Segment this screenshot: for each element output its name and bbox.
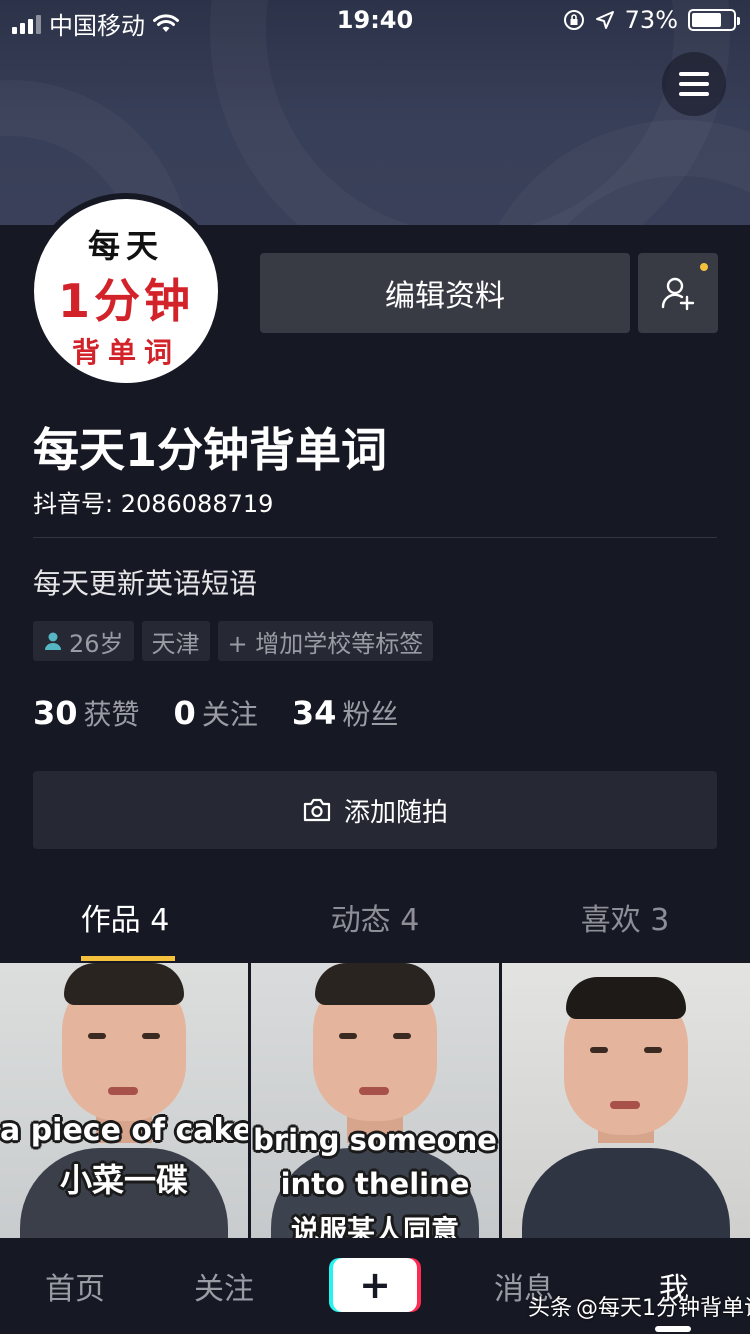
video-caption-en: bring someone xyxy=(253,1123,497,1157)
nickname: 每天1分钟背单词 xyxy=(33,423,388,477)
likes-count: 30 xyxy=(33,694,78,732)
add-moment-label: 添加随拍 xyxy=(343,797,448,828)
video-thumbnail-3[interactable] xyxy=(502,963,750,1238)
following-label: 关注 xyxy=(201,698,258,731)
camera-icon xyxy=(303,798,331,822)
nav-follow[interactable]: 关注 xyxy=(194,1264,254,1308)
bio: 每天更新英语短语 xyxy=(33,567,258,600)
video-grid: a piece of cake 小菜一碟 bring someone into … xyxy=(0,963,750,1238)
likes-stat[interactable]: 30 获赞 xyxy=(33,693,140,733)
followers-label: 粉丝 xyxy=(342,698,399,731)
battery-percent: 73% xyxy=(624,6,678,34)
edit-profile-button[interactable]: 编辑资料 xyxy=(260,253,630,333)
add-friend-icon xyxy=(661,277,695,311)
add-moment-button[interactable]: 添加随拍 xyxy=(33,771,717,849)
watermark: 头条 @每天1分钟背单词 xyxy=(528,1290,750,1322)
city-label: 天津 xyxy=(151,629,200,658)
video-caption-en-2: into theline xyxy=(280,1167,470,1201)
age-label: 26岁 xyxy=(69,629,124,658)
profile-tags: 26岁 天津 + 增加学校等标签 xyxy=(33,621,434,661)
active-tab-indicator xyxy=(81,956,175,961)
person-icon xyxy=(45,632,61,650)
add-friend-button[interactable] xyxy=(638,253,718,333)
active-nav-indicator xyxy=(655,1326,691,1332)
orientation-lock-icon xyxy=(563,10,584,30)
video-thumbnail-1[interactable]: a piece of cake 小菜一碟 xyxy=(0,963,248,1238)
following-stat[interactable]: 0 关注 xyxy=(174,693,258,733)
location-icon xyxy=(595,11,614,29)
avatar[interactable]: 每天 1分钟 背单词 xyxy=(30,195,222,387)
watermark-prefix: 头条 xyxy=(528,1296,573,1321)
profile-stats: 30 获赞 0 关注 34 粉丝 xyxy=(33,693,398,733)
followers-stat[interactable]: 34 粉丝 xyxy=(292,693,399,733)
avatar-text-line1: 每天 xyxy=(87,227,164,265)
create-video-button[interactable]: + xyxy=(333,1258,417,1312)
add-tag-label: + 增加学校等标签 xyxy=(227,629,424,658)
following-count: 0 xyxy=(173,694,196,732)
age-tag: 26岁 xyxy=(33,621,134,661)
tab-moments[interactable]: 动态 4 xyxy=(250,895,500,939)
divider xyxy=(33,537,717,538)
douyin-id: 抖音号: 2086088719 xyxy=(33,490,274,518)
tab-works[interactable]: 作品 4 xyxy=(0,895,250,939)
add-tag-button[interactable]: + 增加学校等标签 xyxy=(217,621,434,661)
video-caption-zh: 小菜一碟 xyxy=(59,1161,188,1199)
city-tag: 天津 xyxy=(141,621,210,661)
video-thumbnail-2[interactable]: bring someone into theline 说服某人同意 xyxy=(251,963,499,1238)
avatar-text-line2: 1分钟 xyxy=(57,274,194,328)
content-tabs: 作品 4 动态 4 喜欢 3 xyxy=(0,895,750,963)
followers-count: 34 xyxy=(291,694,337,732)
battery-icon xyxy=(688,9,740,31)
nav-home[interactable]: 首页 xyxy=(45,1264,105,1308)
video-caption-zh: 说服某人同意 xyxy=(290,1214,459,1238)
notification-dot xyxy=(700,263,708,271)
tab-likes[interactable]: 喜欢 3 xyxy=(500,895,750,939)
watermark-text: @每天1分钟背单词 xyxy=(576,1296,750,1321)
hamburger-menu-icon[interactable] xyxy=(662,52,726,116)
likes-label: 获赞 xyxy=(83,698,140,731)
video-caption-en: a piece of cake xyxy=(0,1113,248,1148)
status-bar: 中国移动 19:40 73% xyxy=(0,0,750,40)
avatar-text-line3: 背单词 xyxy=(71,336,180,369)
